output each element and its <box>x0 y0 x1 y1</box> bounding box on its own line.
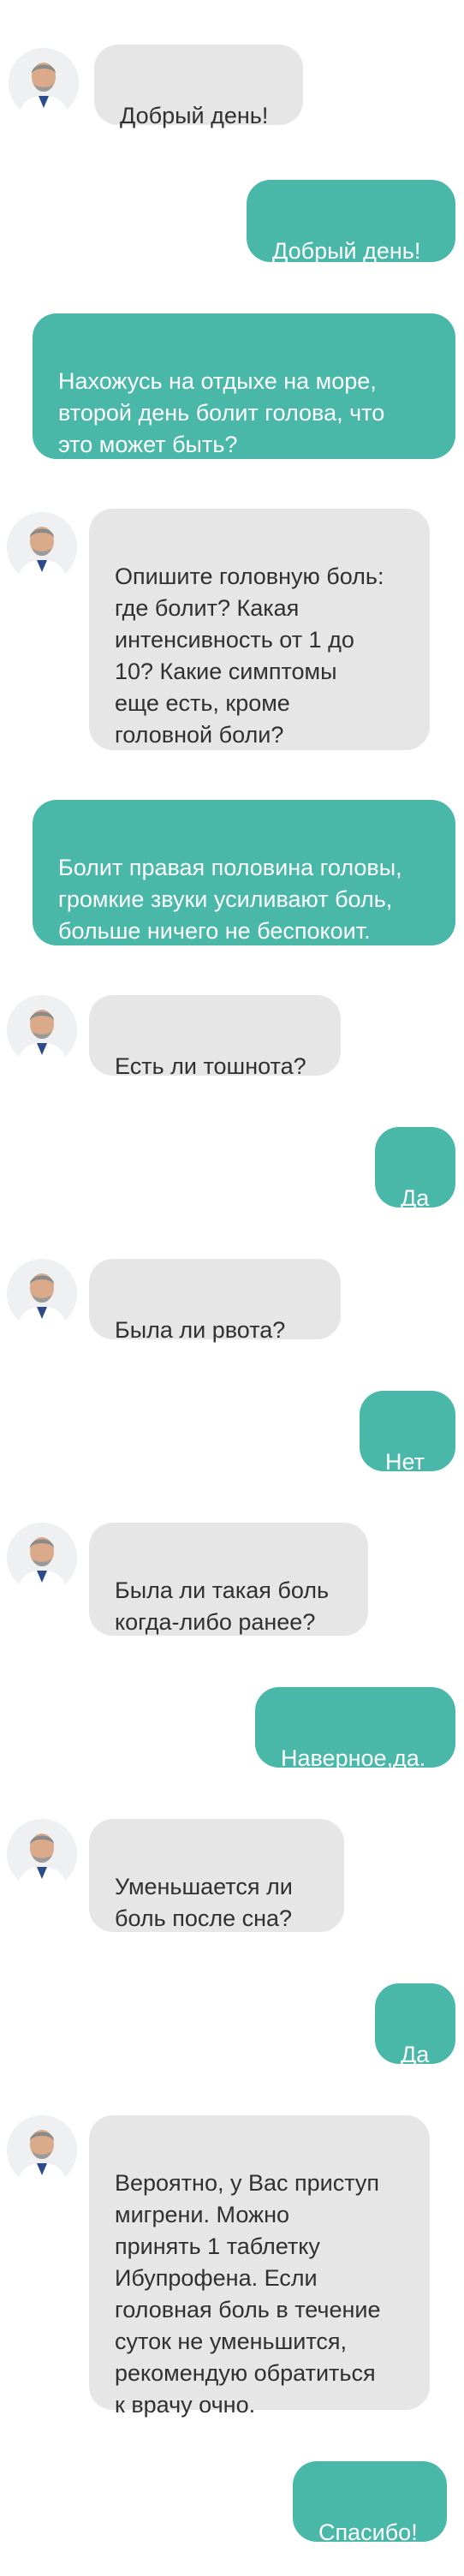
message-text: Есть ли тошнота? <box>115 1053 306 1079</box>
message-bubble-doctor[interactable]: Опишите головную боль: где болит? Какая … <box>89 509 430 750</box>
message-text: Вероятно, у Вас приступ мигрени. Можно п… <box>115 2170 381 2418</box>
message-text: Была ли такая боль когда-либо ранее? <box>115 1577 330 1635</box>
message-row-doctor: Была ли рвота? <box>0 1259 464 1343</box>
message-text: Опишите головную боль: где болит? Какая … <box>115 564 384 748</box>
message-text: Да <box>401 1185 430 1211</box>
doctor-avatar-icon[interactable] <box>7 1819 77 1889</box>
message-bubble-user[interactable]: Болит правая половина головы, громкие зв… <box>33 800 455 945</box>
message-bubble-doctor[interactable]: Вероятно, у Вас приступ мигрени. Можно п… <box>89 2115 430 2418</box>
message-row-doctor: Уменьшается ли боль после сна? <box>0 1819 464 1932</box>
message-bubble-doctor[interactable]: Уменьшается ли боль после сна? <box>89 1819 344 1932</box>
message-text: Добрый день! <box>272 238 421 264</box>
message-row-doctor: Опишите головную боль: где болит? Какая … <box>0 509 464 750</box>
chat-thread: Добрый день! Добрый день! Нахожусь на от… <box>0 0 464 2576</box>
message-row-doctor: Есть ли тошнота? <box>0 995 464 1079</box>
message-row-user: Болит правая половина головы, громкие зв… <box>0 800 464 945</box>
message-bubble-user[interactable]: Да <box>375 1983 455 2067</box>
message-row-user: Спасибо! <box>0 2461 464 2545</box>
doctor-avatar-icon[interactable] <box>7 2115 77 2185</box>
message-text: Была ли рвота? <box>115 1317 286 1343</box>
message-text: Да <box>401 2042 430 2067</box>
message-row-user: Да <box>0 1983 464 2067</box>
message-text: Нет <box>385 1449 425 1475</box>
doctor-avatar-icon[interactable] <box>7 995 77 1065</box>
message-row-user: Наверное,да. <box>0 1687 464 1771</box>
message-bubble-user[interactable]: Спасибо! <box>293 2461 447 2545</box>
message-text: Болит правая половина головы, громкие зв… <box>58 855 402 944</box>
message-text: Наверное,да. <box>281 1745 426 1771</box>
message-row-user: Добрый день! <box>0 180 464 264</box>
doctor-avatar-icon[interactable] <box>7 1259 77 1329</box>
message-text: Нахожусь на отдыхе на море, второй день … <box>58 368 385 457</box>
doctor-avatar-icon[interactable] <box>7 1523 77 1593</box>
message-bubble-user[interactable]: Нет <box>360 1391 455 1475</box>
doctor-avatar-icon[interactable] <box>9 48 79 118</box>
message-row-doctor: Была ли такая боль когда-либо ранее? <box>0 1523 464 1636</box>
message-text: Добрый день! <box>120 103 269 128</box>
message-row-doctor: Вероятно, у Вас приступ мигрени. Можно п… <box>0 2115 464 2418</box>
message-bubble-doctor[interactable]: Добрый день! <box>94 45 303 128</box>
message-bubble-user[interactable]: Нахожусь на отдыхе на море, второй день … <box>33 313 455 459</box>
message-bubble-doctor[interactable]: Была ли такая боль когда-либо ранее? <box>89 1523 368 1636</box>
message-bubble-user[interactable]: Добрый день! <box>247 180 455 264</box>
doctor-avatar-icon[interactable] <box>7 512 77 582</box>
message-row-user: Да <box>0 1127 464 1211</box>
message-row-user: Нахожусь на отдыхе на море, второй день … <box>0 313 464 459</box>
message-text: Спасибо! <box>318 2519 418 2545</box>
message-bubble-doctor[interactable]: Есть ли тошнота? <box>89 995 341 1079</box>
message-row-user: Нет <box>0 1391 464 1475</box>
message-row-doctor: Добрый день! <box>0 45 464 130</box>
message-bubble-user[interactable]: Да <box>375 1127 455 1211</box>
message-bubble-doctor[interactable]: Была ли рвота? <box>89 1259 341 1343</box>
message-bubble-user[interactable]: Наверное,да. <box>255 1687 455 1771</box>
message-text: Уменьшается ли боль после сна? <box>115 1874 293 1931</box>
